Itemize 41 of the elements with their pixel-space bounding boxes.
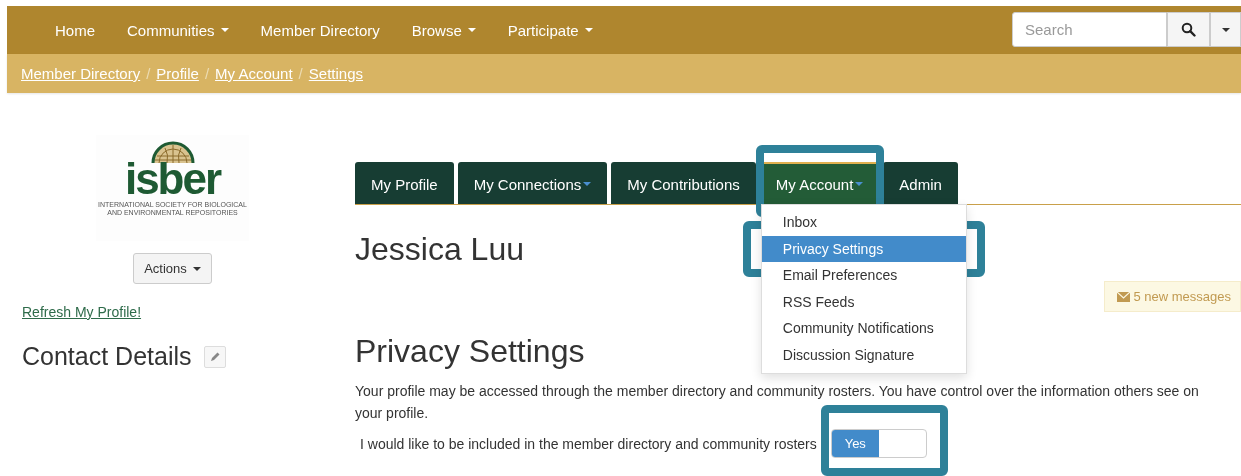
menu-item[interactable]: Privacy Settings: [761, 235, 966, 263]
profile-name: Jessica Luu: [355, 231, 524, 268]
search-icon: [1181, 22, 1196, 37]
nav-link[interactable]: Browse: [395, 6, 492, 54]
search-button[interactable]: [1167, 12, 1210, 47]
envelope-icon: [1117, 291, 1131, 302]
nav-link[interactable]: Communities: [111, 6, 245, 54]
actions-button[interactable]: Actions: [133, 253, 212, 284]
caret-icon: [192, 266, 201, 271]
breadcrumb-separator: /: [297, 65, 304, 82]
search-field[interactable]: Search: [1012, 12, 1167, 47]
profile-tab[interactable]: My Contributions: [611, 162, 756, 204]
directory-toggle[interactable]: Yes: [830, 429, 927, 458]
menu-item[interactable]: Discussion Signature: [761, 341, 966, 369]
profile-tab[interactable]: My Connections: [457, 162, 608, 204]
caret-icon: [583, 182, 592, 186]
profile-tab[interactable]: My Profile: [355, 162, 454, 204]
caret-icon: [1221, 27, 1230, 32]
logo-wordmark: isber: [124, 159, 221, 199]
privacy-description: Your profile may be accessed through the member directory and community rosters. You have control over the information others see on your profile.: [355, 382, 1200, 423]
edit-button[interactable]: [203, 345, 226, 368]
caret-icon: [467, 28, 476, 32]
nav-link[interactable]: Home: [39, 6, 111, 54]
breadcrumb-separator: /: [203, 65, 211, 82]
breadcrumb-separator: /: [145, 65, 152, 82]
menu-item[interactable]: RSS Feeds: [761, 288, 966, 316]
caret-icon: [220, 28, 229, 32]
pencil-icon: [209, 351, 220, 362]
caret-icon: [855, 182, 864, 186]
nav-link[interactable]: Participate: [491, 6, 609, 54]
privacy-settings-heading: Privacy Settings: [355, 333, 585, 370]
menu-item[interactable]: Email Preferences: [761, 262, 966, 289]
nav-link[interactable]: Member Directory: [244, 6, 396, 54]
menu-item[interactable]: Inbox: [761, 209, 966, 236]
refresh-profile-link[interactable]: Refresh My Profile!: [22, 304, 142, 320]
caret-icon: [584, 28, 593, 32]
directory-option-label: I would like to be included in the member directory and community rosters: [360, 435, 817, 452]
menu-item[interactable]: Community Notifications: [761, 315, 966, 342]
contact-details-heading: Contact Details: [22, 342, 192, 371]
profile-tab[interactable]: Admin: [883, 162, 958, 204]
globe-icon: [149, 141, 196, 163]
